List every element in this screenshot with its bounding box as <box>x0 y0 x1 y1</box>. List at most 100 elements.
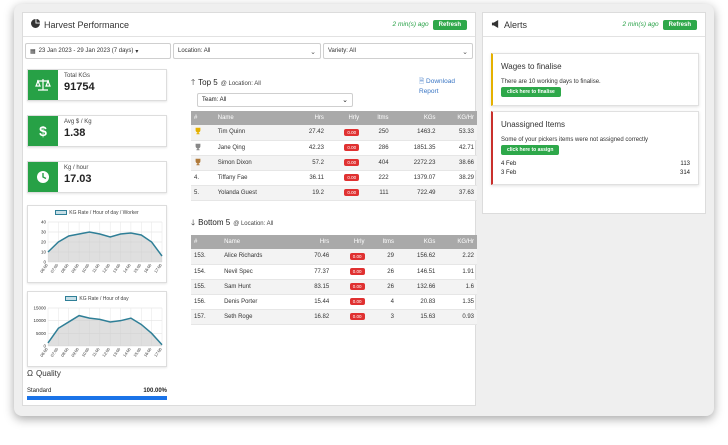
x-tick-label: 06:00 <box>39 346 49 358</box>
harvest-refresh-button[interactable]: Refresh <box>432 19 467 30</box>
kghr-cell: 1.6 <box>438 279 477 295</box>
hourly-cell: 0.00 <box>332 294 368 310</box>
y-tick-label: 40 <box>41 220 47 225</box>
hourly-cell: 0.00 <box>326 170 363 186</box>
bottom5-title-text: Bottom 5 <box>198 218 231 227</box>
x-tick-label: 10:00 <box>80 262 90 274</box>
dashboard-frame: Harvest Performance 2 min(s) ago Refresh… <box>14 4 714 416</box>
name-cell: Denis Porter <box>221 294 297 310</box>
hourly-cell: 0.00 <box>326 140 363 156</box>
x-tick-label: 16:00 <box>143 346 153 358</box>
hourly-badge: 0.00 <box>349 268 365 275</box>
hourly-cell: 0.00 <box>326 155 363 171</box>
x-tick-label: 17:00 <box>153 346 163 358</box>
column-header: KGs <box>391 111 439 125</box>
name-cell: Tim Quinn <box>214 125 292 141</box>
quality-title-text: Quality <box>35 369 61 378</box>
wages-alert: Wages to finalise There are 10 working d… <box>491 53 699 106</box>
hourly-badge: 0.00 <box>344 159 360 166</box>
assign-button[interactable]: click here to assign <box>501 145 560 155</box>
date-range-select[interactable]: ▦ 23 Jan 2023 - 29 Jan 2023 (7 days) ▾ <box>25 43 171 59</box>
x-tick-label: 07:00 <box>49 346 59 358</box>
kghr-cell: 53.33 <box>438 125 477 141</box>
kgs-cell: 20.83 <box>396 294 439 310</box>
alerts-updated: 2 min(s) ago <box>622 21 659 28</box>
hrs-cell: 57.2 <box>291 155 327 171</box>
unassigned-date: 3 Feb <box>501 170 517 176</box>
x-tick-label: 06:00 <box>39 262 49 274</box>
column-header: # <box>191 235 222 249</box>
quality-section: Ω Quality Standard 100.00% <box>27 369 167 400</box>
caret-down-icon: ▾ <box>135 48 139 55</box>
table-row[interactable]: 154. Nevil Spec 77.37 0.00 26 146.51 1.91 <box>191 264 477 280</box>
column-header: Itms <box>367 235 397 249</box>
hourly-badge: 0.00 <box>344 189 360 196</box>
table-row[interactable]: Simon Dixon 57.2 0.00 404 2272.23 38.66 <box>191 155 477 171</box>
column-header: Name <box>214 111 292 125</box>
chart-svg: 01020304006:00 07:00 08:00 09:00 10:00 11:00 1… <box>39 220 163 274</box>
table-row[interactable]: 4. Tiffany Fae 36.11 0.00 222 1379.07 38.29 <box>191 170 477 186</box>
table-row[interactable]: Jane Qing 42.23 0.00 286 1851.35 42.71 <box>191 140 477 156</box>
harvest-updated: 2 min(s) ago <box>392 21 429 28</box>
x-tick-label: 12:00 <box>101 346 111 358</box>
top5-title-text: Top 5 <box>198 78 218 87</box>
kghr-cell: 1.91 <box>438 264 477 280</box>
chart-svg: 05000100001500006:00 07:00 08:00 09:00 10:00… <box>33 306 163 358</box>
download-report-link[interactable]: 🗎 Download Report <box>419 77 475 95</box>
legend-label: KG Rate / Hour of day <box>79 296 129 302</box>
table-row[interactable]: 157. Seth Roge 16.82 0.00 3 15.63 0.93 <box>191 309 477 325</box>
trophy-icon <box>191 140 215 156</box>
kghr-cell: 42.71 <box>438 140 477 156</box>
kgs-cell: 132.66 <box>396 279 439 295</box>
x-tick-label: 15:00 <box>132 262 142 274</box>
unassigned-count: 314 <box>679 170 690 176</box>
itms-cell: 222 <box>362 170 392 186</box>
finalise-button[interactable]: click here to finalise <box>501 87 561 97</box>
kghr-cell: 37.63 <box>438 185 477 201</box>
team-select[interactable]: Team: All ⌄ <box>197 93 353 107</box>
hourly-badge: 0.00 <box>349 298 365 305</box>
pie-chart-icon <box>31 19 40 30</box>
itms-cell: 26 <box>367 264 397 280</box>
column-header: Hrly <box>326 111 363 125</box>
legend-swatch <box>65 296 78 302</box>
omega-icon: Ω <box>27 369 33 378</box>
table-row[interactable]: 155. Sam Hunt 83.15 0.00 26 132.66 1.6 <box>191 279 477 295</box>
column-header: Hrly <box>332 235 368 249</box>
column-header: Hrs <box>296 235 333 249</box>
hourly-cell: 0.00 <box>332 279 368 295</box>
variety-select[interactable]: Variety: All ⌄ <box>323 43 473 59</box>
kgs-cell: 1851.35 <box>391 140 439 156</box>
top5-location: @ Location: All <box>220 81 261 87</box>
hourly-badge: 0.00 <box>344 144 360 151</box>
rank-cell: 157. <box>191 309 222 325</box>
location-select[interactable]: Location: All ⌄ <box>173 43 321 59</box>
name-cell: Jane Qing <box>214 140 292 156</box>
alerts-title: Alerts <box>491 19 623 30</box>
y-tick-label: 30 <box>41 230 47 235</box>
y-tick-label: 15000 <box>33 306 46 311</box>
quality-title: Ω Quality <box>27 369 167 378</box>
kghr-cell: 38.66 <box>438 155 477 171</box>
table-row[interactable]: 153. Alice Richards 70.46 0.00 29 156.62 2.22 <box>191 249 477 265</box>
quality-progress-fill <box>27 396 167 400</box>
table-row[interactable]: 5. Yolanda Guest 19.2 0.00 111 722.49 37.63 <box>191 185 477 201</box>
harvest-performance-panel: Harvest Performance 2 min(s) ago Refresh… <box>22 12 477 406</box>
hrs-cell: 70.46 <box>296 249 333 265</box>
alerts-title-text: Alerts <box>504 19 528 30</box>
arrow-up-icon: 🡑 <box>191 78 196 87</box>
itms-cell: 3 <box>367 309 397 325</box>
bottom5-title: 🡓 Bottom 5 @ Location: All <box>191 217 273 231</box>
trophy-icon <box>191 155 215 171</box>
kgs-cell: 722.49 <box>391 185 439 201</box>
kpi-label: Total KGs <box>64 73 91 79</box>
hourly-cell: 0.00 <box>326 185 363 201</box>
kghr-cell: 2.22 <box>438 249 477 265</box>
table-row[interactable]: 156. Denis Porter 15.44 0.00 4 20.83 1.35 <box>191 294 477 310</box>
table-row[interactable]: Tim Quinn 27.42 0.00 250 1463.2 53.33 <box>191 125 477 141</box>
y-tick-label: 10 <box>41 250 47 255</box>
unassigned-date: 4 Feb <box>501 161 517 167</box>
kghr-cell: 38.29 <box>438 170 477 186</box>
alerts-refresh-button[interactable]: Refresh <box>662 19 697 30</box>
hrs-cell: 36.11 <box>291 170 327 186</box>
